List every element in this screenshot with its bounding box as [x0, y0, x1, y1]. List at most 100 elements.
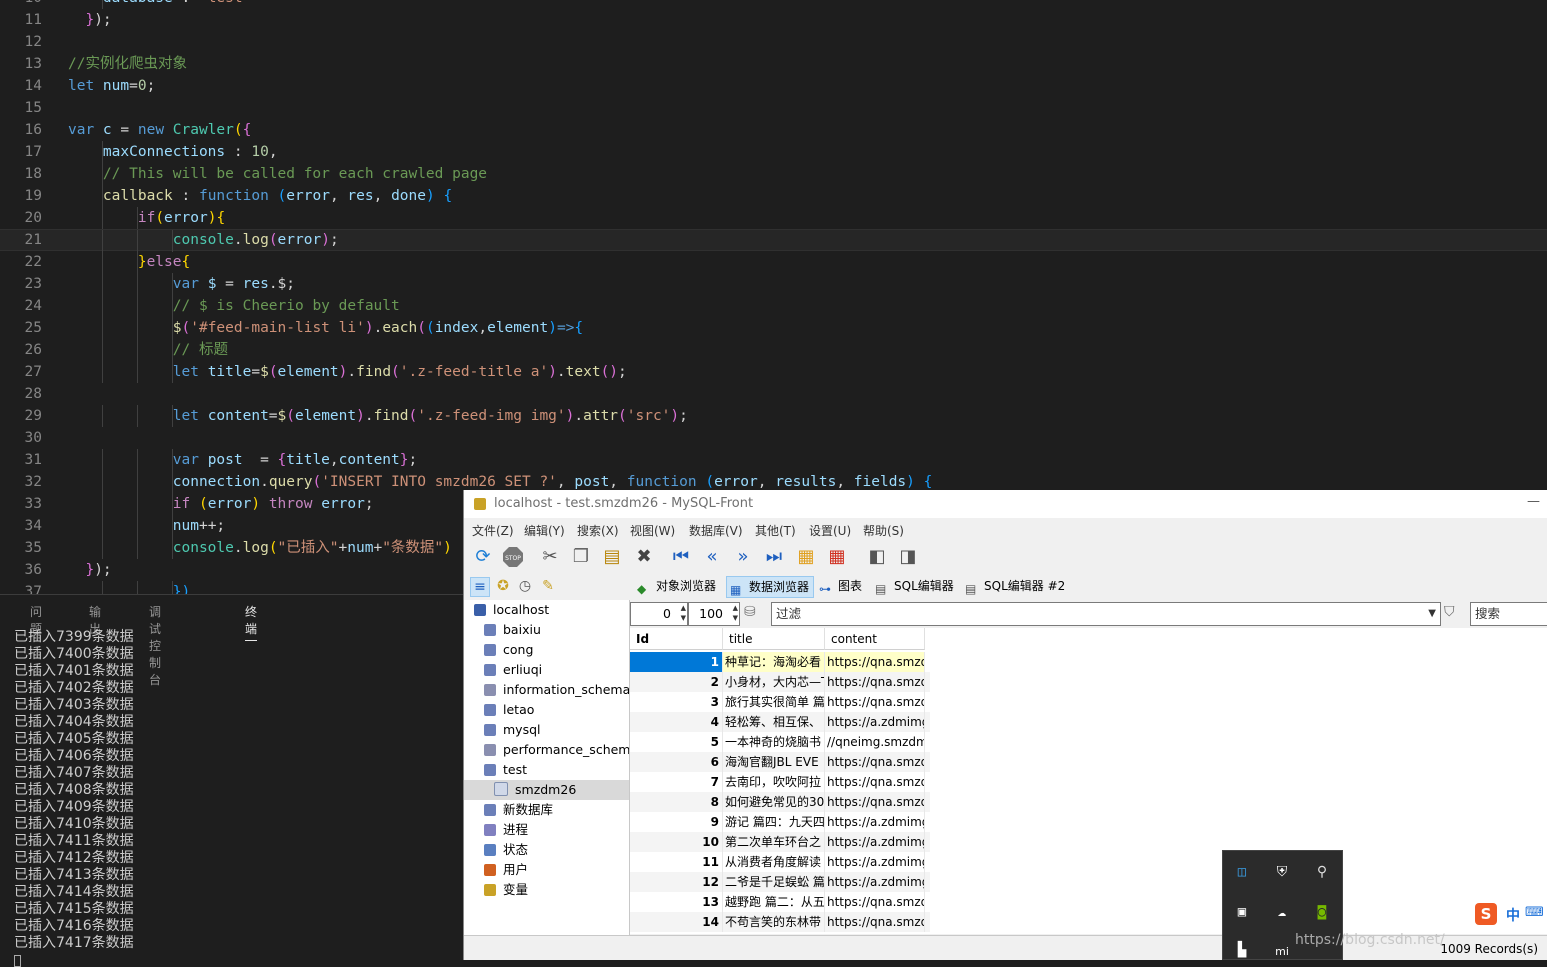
limit-input[interactable]: 100 ▲ ▼ [688, 602, 740, 626]
cell-content[interactable]: https://a.zdmimg.c [825, 712, 925, 732]
cell-title[interactable]: 从消费者角度解读 [723, 852, 825, 872]
tree-item-变量[interactable]: 变量 [484, 880, 528, 900]
tree-item-新数据库[interactable]: 新数据库 [484, 800, 553, 820]
tree-item-localhost[interactable]: localhost [474, 600, 549, 620]
table-row[interactable]: 6海淘官翻JBL EVEhttps://qna.smzdm [630, 752, 930, 772]
offset-input[interactable]: 0 ▲ ▼ [630, 602, 688, 626]
cell-content[interactable]: https://a.zdmimg.c [825, 852, 925, 872]
column-header-title[interactable]: title [723, 628, 825, 650]
table-row[interactable]: 4轻松筹、相互保、https://a.zdmimg.c [630, 712, 930, 732]
favorite-icon[interactable]: ✎ [539, 577, 557, 595]
tab-sql-editor-2[interactable]: ▤ SQL编辑器 #2 [962, 576, 1069, 596]
menu-help[interactable]: 帮助(S) [863, 522, 904, 539]
cell-content[interactable]: https://a.zdmimg.c [825, 812, 925, 832]
delete-record-icon[interactable]: ▦ [826, 546, 848, 568]
code-line[interactable]: 26 // 标题 [0, 339, 1547, 361]
cell-content[interactable]: https://qna.smzdm [825, 892, 925, 912]
cell-id[interactable]: 12 [630, 872, 723, 892]
database-tree[interactable]: localhost baixiu cong erliuqi information_sc… [464, 600, 630, 935]
code-line[interactable]: 12 [0, 31, 1547, 53]
menu-database[interactable]: 数据库(V) [689, 522, 743, 539]
cell-id[interactable]: 2 [630, 672, 723, 692]
table-row[interactable]: 9游记 篇四：九天四https://a.zdmimg.c [630, 812, 930, 832]
minimize-button[interactable]: — [1527, 494, 1540, 509]
table-row[interactable]: 8如何避免常见的30https://qna.smzdm [630, 792, 930, 812]
tray-app-icon[interactable]: ▙ [1233, 941, 1251, 959]
tree-item-erliuqi[interactable]: erliuqi [484, 660, 542, 680]
table-row[interactable]: 1种草记：海淘必看https://qna.smzdm [630, 652, 930, 672]
cell-title[interactable]: 去南印，吹吹阿拉 [723, 772, 825, 792]
paste-icon[interactable]: ▤ [601, 546, 623, 568]
cell-content[interactable]: https://qna.smzdm [825, 692, 925, 712]
cell-content[interactable]: https://qna.smzdm [825, 772, 925, 792]
menu-view[interactable]: 视图(W) [630, 522, 675, 539]
code-line[interactable]: 16 var c = new Crawler({ [0, 119, 1547, 141]
tree-item-baixiu[interactable]: baixiu [484, 620, 541, 640]
tab-terminal[interactable]: 终端 [245, 603, 258, 641]
code-line[interactable]: 17 maxConnections : 10, [0, 141, 1547, 163]
cell-title[interactable]: 种草记：海淘必看 [723, 652, 825, 672]
cell-id[interactable]: 13 [630, 892, 723, 912]
code-line[interactable]: 28 [0, 383, 1547, 405]
cell-title[interactable]: 第二次单车环台之 [723, 832, 825, 852]
table-row[interactable]: 13越野跑 篇二：从五https://qna.smzdm [630, 892, 930, 912]
bookmark-icon[interactable]: ✪ [494, 577, 512, 595]
cell-title[interactable]: 小身材，大内芯—T [723, 672, 825, 692]
keyboard-icon[interactable]: ⌨ [1525, 905, 1544, 920]
code-line[interactable]: 19 callback : function (error, res, done… [0, 185, 1547, 207]
search-input[interactable]: 搜索 [1470, 602, 1547, 626]
cell-content[interactable]: //qneimg.smzdm. [825, 732, 925, 752]
cancel-icon[interactable]: ◨ [897, 546, 919, 568]
cell-content[interactable]: https://qna.smzdm [825, 752, 925, 772]
cell-id[interactable]: 14 [630, 912, 723, 932]
cell-title[interactable]: 游记 篇四：九天四 [723, 812, 825, 832]
cell-title[interactable]: 二爷是千足蜈蚣 篇 [723, 872, 825, 892]
ime-indicator[interactable]: S 中 ⌨ [1473, 901, 1547, 927]
menu-settings[interactable]: 设置(U) [809, 522, 851, 539]
cell-id[interactable]: 4 [630, 712, 723, 732]
refresh-icon[interactable]: ⟳ [472, 546, 494, 568]
table-row[interactable]: 14不苟言笑的东林带https://qna.smzdm [630, 912, 930, 932]
delete-icon[interactable]: ✖ [633, 546, 655, 568]
column-header-content[interactable]: content [825, 628, 925, 650]
menu-edit[interactable]: 编辑(Y) [524, 522, 565, 539]
tree-item-information_schema[interactable]: information_schema [484, 680, 629, 700]
cell-title[interactable]: 如何避免常见的30 [723, 792, 825, 812]
tree-item-cong[interactable]: cong [484, 640, 533, 660]
cell-id[interactable]: 11 [630, 852, 723, 872]
filter-input[interactable]: 过滤 ▼ [771, 602, 1441, 626]
cell-content[interactable]: https://a.zdmimg.c [825, 872, 925, 892]
tree-item-test[interactable]: test [484, 760, 527, 780]
cell-id[interactable]: 10 [630, 832, 723, 852]
table-row[interactable]: 5 一本神奇的烧脑书//qneimg.smzdm. [630, 732, 930, 752]
table-row[interactable]: 2小身材，大内芯—Thttps://qna.smzdm [630, 672, 930, 692]
tree-item-状态[interactable]: 状态 [484, 840, 528, 860]
tree-toggle-icon[interactable]: ≡ [470, 577, 490, 597]
tree-item-用户[interactable]: 用户 [484, 860, 528, 880]
cell-title[interactable]: 旅行其实很简单 篇 [723, 692, 825, 712]
code-line[interactable]: 24 // $ is Cheerio by default [0, 295, 1547, 317]
cell-id[interactable]: 1 [630, 652, 723, 672]
mysql-front-window[interactable]: localhost - test.smzdm26 - MySQL-Front —… [463, 490, 1547, 960]
code-line[interactable]: 22 }else{ [0, 251, 1547, 273]
last-record-icon[interactable]: ⏭ [763, 546, 785, 568]
cell-title[interactable]: 海淘官翻JBL EVE [723, 752, 825, 772]
cell-title[interactable]: 越野跑 篇二：从五 [723, 892, 825, 912]
cloud-icon[interactable]: ☁ [1273, 903, 1291, 921]
menu-other[interactable]: 其他(T) [755, 522, 796, 539]
tab-diagram[interactable]: ⊶ 图表 [816, 576, 866, 596]
cell-id[interactable]: 8 [630, 792, 723, 812]
limit-spin-icon[interactable]: ▲ ▼ [733, 603, 738, 623]
post-icon[interactable]: ◧ [866, 546, 888, 568]
cell-content[interactable]: https://qna.smzdm [825, 672, 925, 692]
menu-file[interactable]: 文件(Z) [472, 522, 514, 539]
tree-item-进程[interactable]: 进程 [484, 820, 528, 840]
cell-id[interactable]: 7 [630, 772, 723, 792]
mi-icon[interactable]: mi [1273, 943, 1291, 961]
ime-mode[interactable]: 中 [1506, 905, 1520, 925]
tab-sql-editor[interactable]: ▤ SQL编辑器 [872, 576, 958, 596]
table-row[interactable]: 10第二次单车环台之https://a.zdmimg.c [630, 832, 930, 852]
code-line[interactable]: 20 if(error){ [0, 207, 1547, 229]
tree-item-smzdm26[interactable]: smzdm26 [464, 780, 629, 800]
data-grid[interactable]: Id title content ⌃ 1 种草记：海淘必看 https://qna.… [630, 628, 1547, 934]
